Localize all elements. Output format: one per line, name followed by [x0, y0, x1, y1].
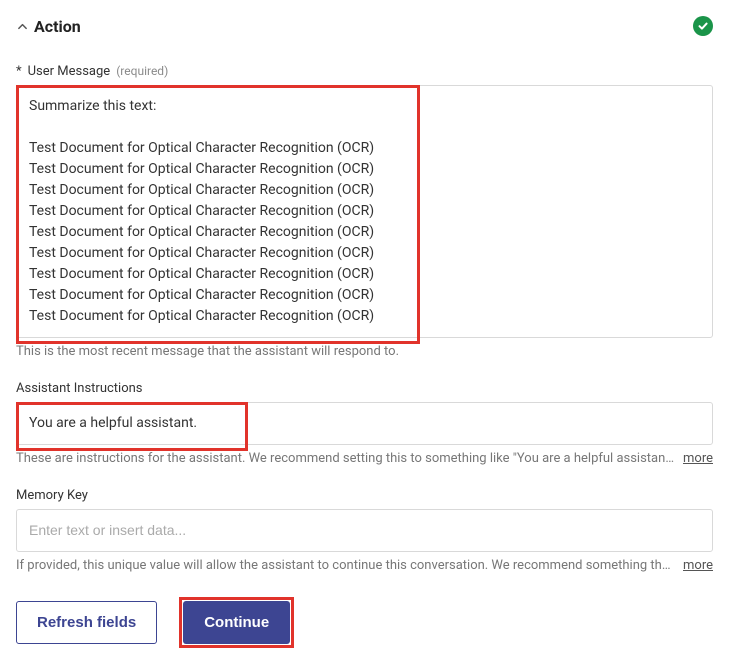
memory-key-helper: If provided, this unique value will allo…	[16, 558, 675, 573]
user-message-field: * User Message (required) Summarize this…	[16, 64, 713, 359]
assistant-instructions-helper-row: These are instructions for the assistant…	[16, 451, 713, 466]
continue-highlight: Continue	[183, 601, 290, 644]
required-asterisk: *	[16, 64, 22, 79]
memory-key-field: Memory Key If provided, this unique valu…	[16, 488, 713, 573]
status-complete-icon	[693, 16, 713, 36]
refresh-fields-button[interactable]: Refresh fields	[16, 601, 157, 644]
assistant-instructions-field: Assistant Instructions You are a helpful…	[16, 381, 713, 466]
assistant-instructions-input[interactable]: You are a helpful assistant.	[16, 402, 713, 445]
assistant-instructions-label: Assistant Instructions	[16, 381, 143, 396]
user-message-input[interactable]: Summarize this text: Test Document for O…	[16, 85, 713, 338]
required-hint: (required)	[116, 64, 168, 78]
chevron-up-icon[interactable]	[16, 20, 28, 32]
section-title: Action	[34, 17, 81, 36]
assistant-instructions-highlight: You are a helpful assistant.	[16, 402, 713, 445]
user-message-helper-row: This is the most recent message that the…	[16, 344, 713, 359]
memory-key-label: Memory Key	[16, 488, 88, 503]
action-section: Action * User Message (required) Summari…	[0, 0, 729, 668]
assistant-instructions-more-link[interactable]: more	[683, 451, 713, 466]
section-header: Action	[16, 16, 713, 36]
memory-key-input[interactable]	[16, 509, 713, 552]
memory-key-helper-row: If provided, this unique value will allo…	[16, 558, 713, 573]
user-message-label: User Message	[28, 64, 111, 79]
user-message-label-row: * User Message (required)	[16, 64, 713, 79]
user-message-highlight: Summarize this text: Test Document for O…	[16, 85, 713, 338]
continue-button[interactable]: Continue	[183, 601, 290, 644]
assistant-instructions-helper: These are instructions for the assistant…	[16, 451, 675, 466]
assistant-instructions-label-row: Assistant Instructions	[16, 381, 713, 396]
memory-key-more-link[interactable]: more	[683, 558, 713, 573]
button-row: Refresh fields Continue	[16, 601, 713, 644]
section-header-left: Action	[16, 17, 81, 36]
user-message-helper: This is the most recent message that the…	[16, 344, 713, 359]
memory-key-label-row: Memory Key	[16, 488, 713, 503]
